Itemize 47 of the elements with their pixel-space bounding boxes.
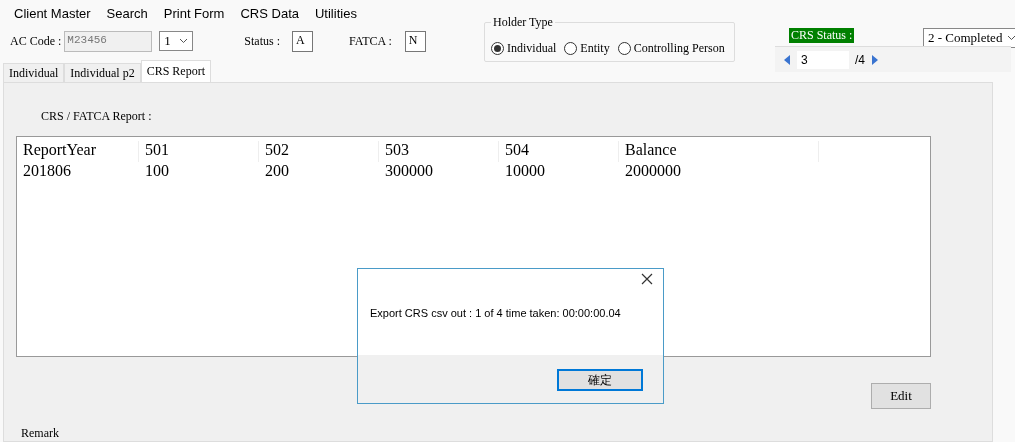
table-cell-text: 201806 <box>22 162 72 181</box>
menu-item[interactable]: Search <box>98 5 156 21</box>
ok-button[interactable]: 確定 <box>557 369 643 391</box>
radio-label: Entity <box>580 40 610 56</box>
ac-code-label: AC Code : <box>10 33 62 49</box>
column-header: 504 <box>499 141 619 162</box>
table-cell-text: 200 <box>264 162 290 181</box>
fatca-field[interactable]: N <box>404 30 426 52</box>
radio-label: Controlling Person <box>633 40 725 56</box>
menu-item[interactable]: CRS Data <box>232 5 307 21</box>
fatca-label: FATCA : <box>349 33 392 49</box>
chevron-down-icon <box>179 38 189 44</box>
group-title: Holder Type <box>491 15 555 30</box>
radio-button[interactable] <box>617 41 631 55</box>
column-header: Balance <box>619 141 819 162</box>
table-cell-text: 300000 <box>384 162 434 181</box>
column-header: 501 <box>139 141 259 162</box>
table-cell-text: 100 <box>144 162 170 181</box>
previous-icon[interactable] <box>783 53 791 66</box>
close-icon[interactable] <box>641 273 653 285</box>
chevron-down-icon <box>1007 35 1015 41</box>
menu-item[interactable]: Client Master <box>6 5 99 21</box>
crs-status-label: CRS Status : <box>789 28 855 43</box>
status-field[interactable]: A <box>292 30 313 52</box>
sequence-dropdown[interactable]: 1 <box>159 31 194 51</box>
edit-button[interactable]: Edit <box>871 383 931 409</box>
dialog-message: Export CRS csv out : 1 of 4 time taken: 00:00:00.04 <box>370 307 622 319</box>
column-header: ReportYear <box>17 141 139 162</box>
menu-item[interactable]: Utilities <box>307 5 365 21</box>
radio-button[interactable] <box>564 41 578 55</box>
next-icon[interactable] <box>871 53 879 66</box>
remark-label: Remark <box>21 426 60 441</box>
crs-status-dropdown[interactable]: 2 - Completed <box>923 28 1015 48</box>
menu-item[interactable]: Print Form <box>155 5 233 21</box>
tab[interactable]: Individual p2 <box>64 63 141 82</box>
radio-button[interactable] <box>491 41 504 55</box>
tab[interactable]: Individual <box>3 63 65 82</box>
status-label: Status : <box>244 33 280 49</box>
radio-label: Individual <box>507 40 557 56</box>
total-count: /4 <box>855 52 865 67</box>
position-field[interactable]: 3 <box>797 50 849 69</box>
column-header: 503 <box>379 141 499 162</box>
table-cell-text: 10000 <box>504 162 546 181</box>
table-cell-text: 2000000 <box>624 162 682 181</box>
report-label: CRS / FATCA Report : <box>41 109 153 124</box>
column-header: 502 <box>259 141 379 162</box>
tab[interactable]: CRS Report <box>140 60 211 82</box>
